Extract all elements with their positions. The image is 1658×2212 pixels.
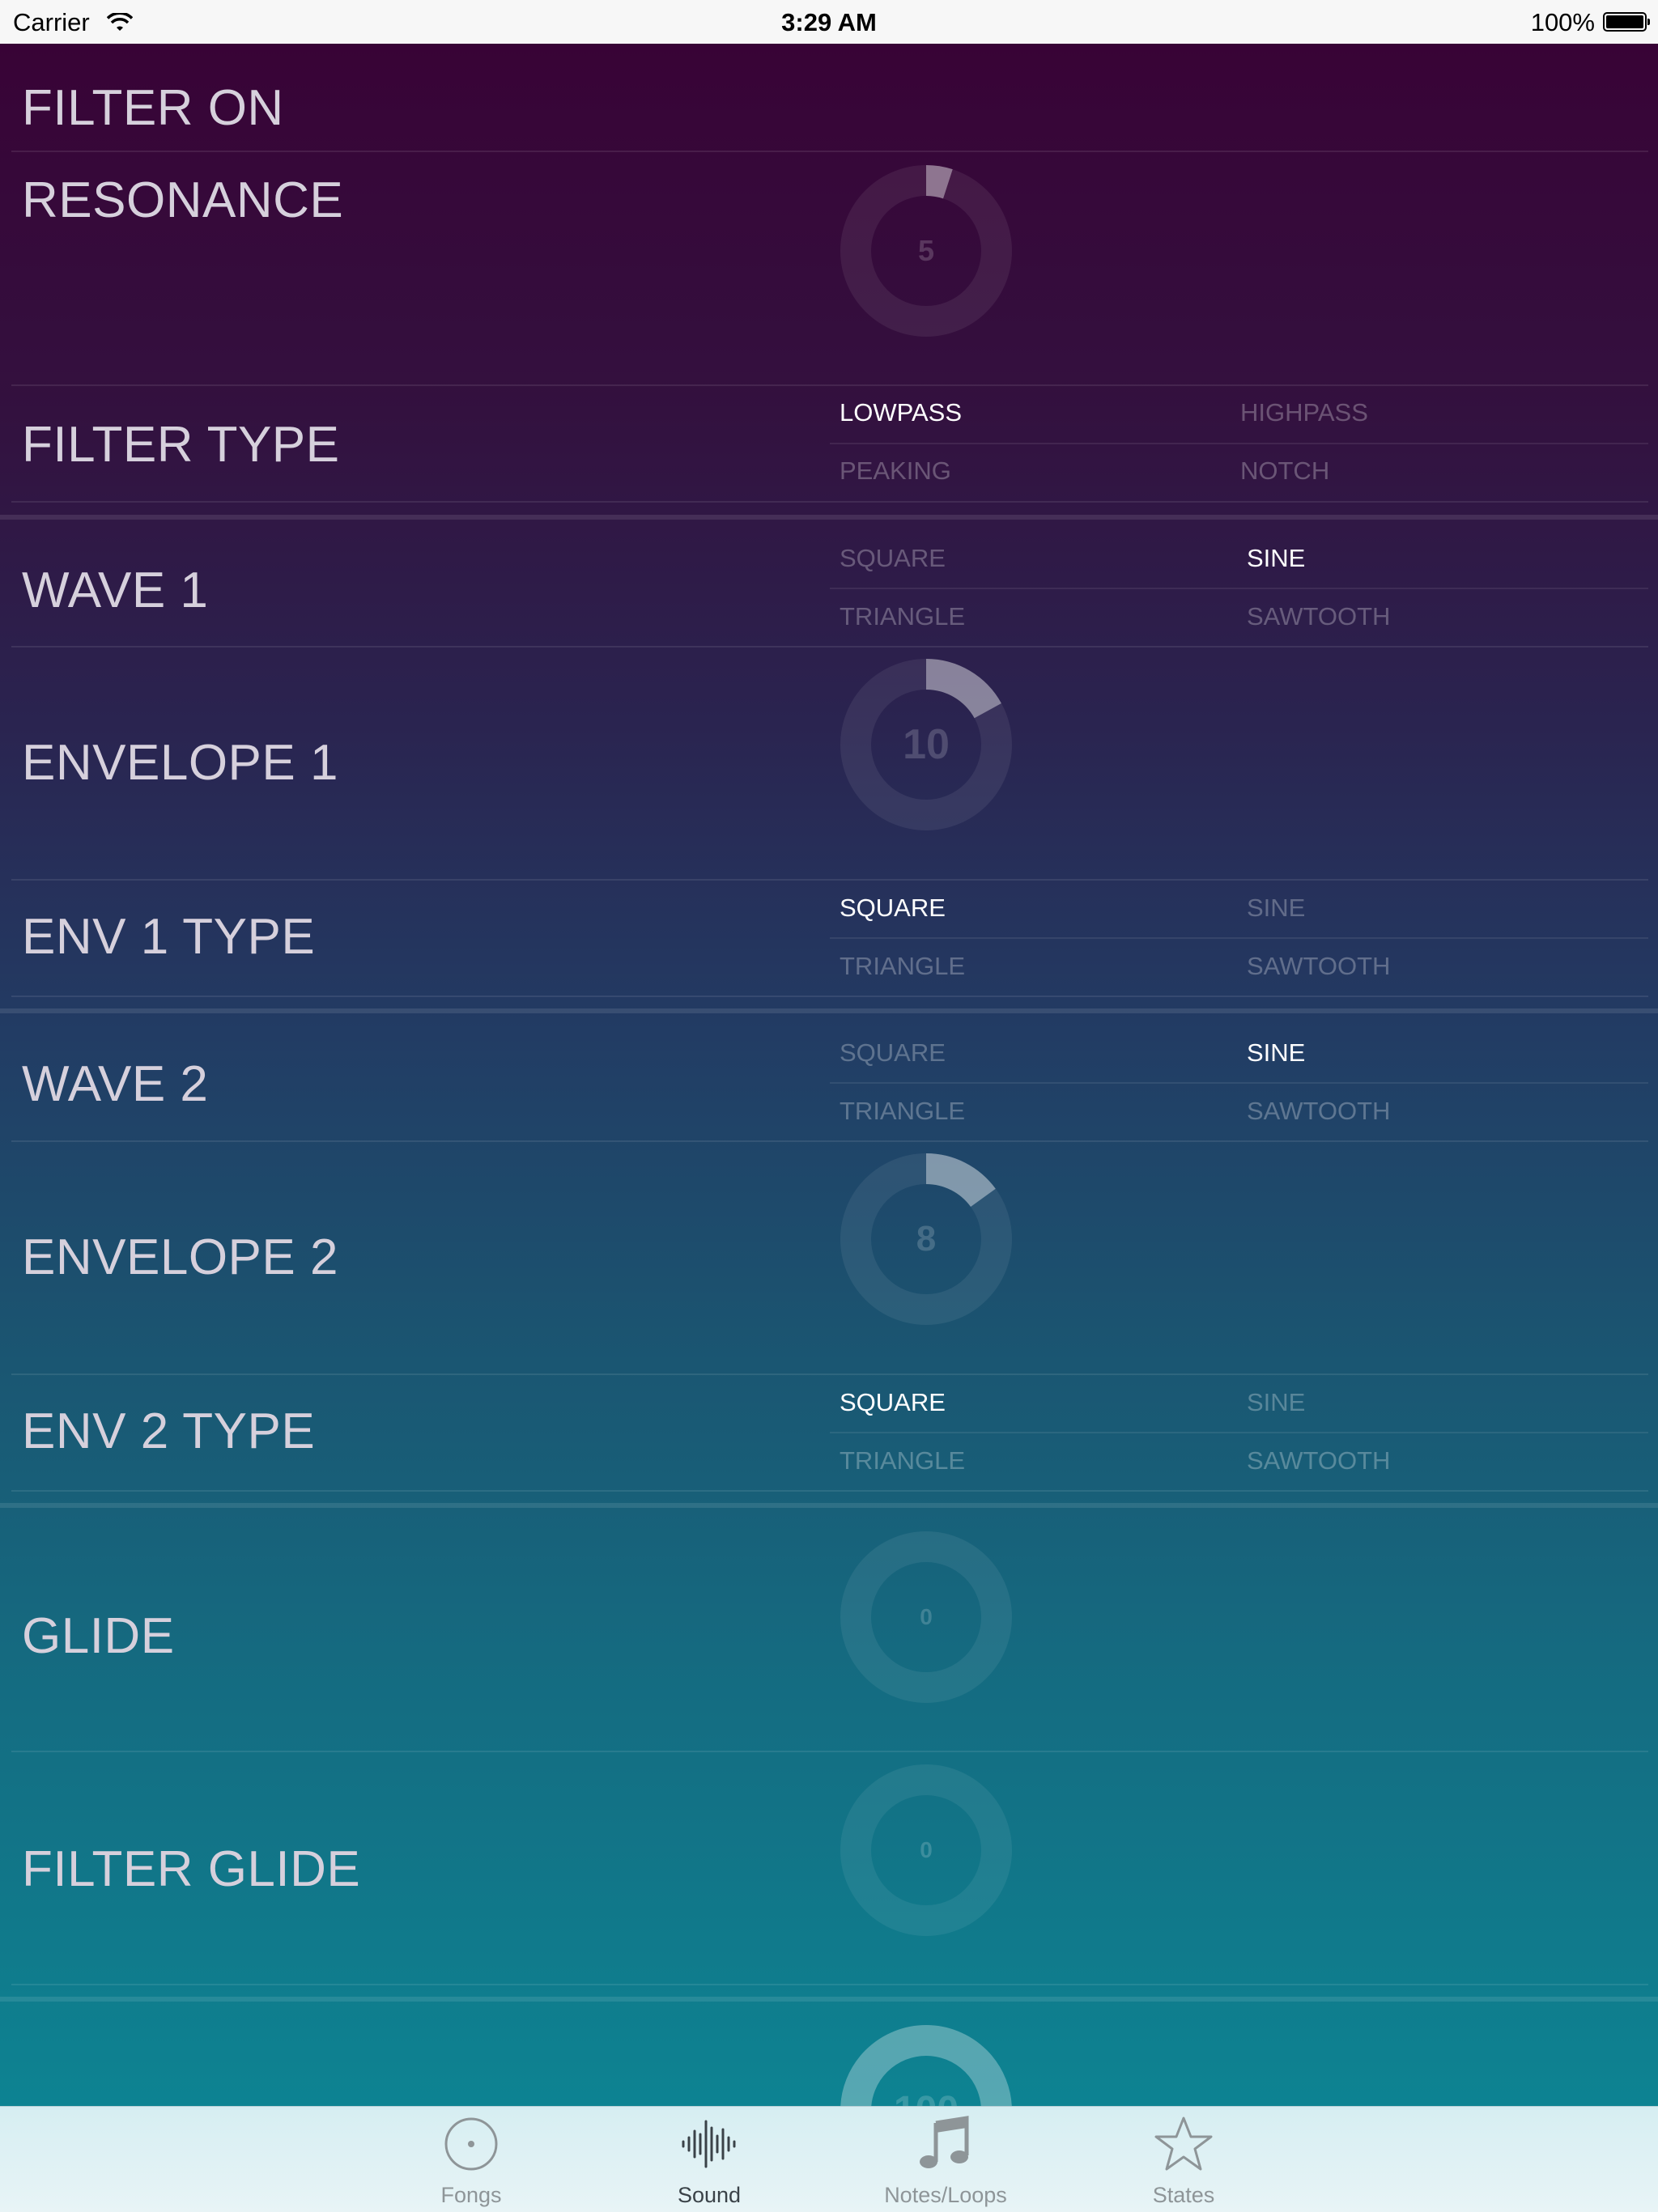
filter-on-label: FILTER ON [22, 80, 284, 136]
env-2-type-option-square[interactable]: SQUARE [840, 1388, 946, 1417]
music-note-icon [916, 2115, 975, 2173]
fongs-icon [442, 2115, 500, 2173]
divider [11, 1751, 1648, 1752]
divider [11, 1373, 1648, 1375]
filter-type-label: FILTER TYPE [22, 417, 340, 473]
divider [11, 646, 1648, 647]
tab-bar: Fongs Sound Notes/Loops States [0, 2106, 1658, 2212]
env-2-type-label: ENV 2 TYPE [22, 1403, 316, 1459]
wave-2-option-square[interactable]: SQUARE [840, 1038, 946, 1068]
partial-knob-value: 100 [840, 2025, 1012, 2106]
resonance-label: RESONANCE [22, 172, 344, 228]
divider [830, 588, 1648, 589]
divider [830, 1082, 1648, 1084]
wave-2-label: WAVE 2 [22, 1056, 209, 1112]
divider [11, 1984, 1648, 1985]
partial-knob[interactable]: 100 [840, 2025, 1012, 2106]
env-1-type-label: ENV 1 TYPE [22, 909, 316, 965]
wave-1-option-square[interactable]: SQUARE [840, 544, 946, 573]
divider [11, 1140, 1648, 1142]
sound-settings-panel[interactable]: FILTER ON RESONANCE 5 FILTER TYPE LOWPAS… [0, 44, 1658, 2106]
wave-1-label: WAVE 1 [22, 563, 209, 618]
battery-icon [1603, 12, 1650, 32]
env-2-type-option-triangle[interactable]: TRIANGLE [840, 1446, 965, 1475]
wave-2-option-triangle[interactable]: TRIANGLE [840, 1097, 965, 1126]
tab-label: Notes/Loops [884, 2183, 1007, 2207]
filter-glide-knob[interactable]: 0 [840, 1764, 1012, 1936]
env-2-type-option-sawtooth[interactable]: SAWTOOTH [1247, 1446, 1390, 1475]
divider [11, 151, 1648, 152]
envelope-2-label: ENVELOPE 2 [22, 1229, 338, 1285]
env-1-type-option-sawtooth[interactable]: SAWTOOTH [1247, 952, 1390, 981]
envelope-2-knob[interactable]: 8 [840, 1153, 1012, 1325]
filter-type-option-lowpass[interactable]: LOWPASS [840, 398, 962, 427]
divider [830, 443, 1648, 444]
glide-label: GLIDE [22, 1608, 175, 1664]
tab-label: States [1152, 2183, 1215, 2207]
tab-label: Sound [677, 2183, 742, 2207]
filter-on-row[interactable]: FILTER ON [0, 44, 1658, 152]
filter-glide-label: FILTER GLIDE [22, 1841, 361, 1897]
wave-2-option-sawtooth[interactable]: SAWTOOTH [1247, 1097, 1390, 1126]
section-separator [0, 1503, 1658, 1508]
tab-label: Fongs [440, 2183, 502, 2207]
wave-2-option-sine[interactable]: SINE [1247, 1038, 1305, 1068]
glide-knob[interactable]: 0 [840, 1531, 1012, 1703]
filter-type-option-notch[interactable]: NOTCH [1240, 456, 1329, 486]
env-1-type-option-triangle[interactable]: TRIANGLE [840, 952, 965, 981]
wave-1-option-triangle[interactable]: TRIANGLE [840, 602, 965, 631]
filter-type-option-peaking[interactable]: PEAKING [840, 456, 951, 486]
envelope-1-knob[interactable]: 10 [840, 659, 1012, 830]
tab-notes-loops[interactable]: Notes/Loops [865, 2107, 1027, 2212]
clock: 3:29 AM [781, 8, 877, 36]
status-bar: Carrier 3:29 AM 100% [0, 0, 1658, 44]
resonance-knob[interactable]: 5 [840, 165, 1012, 337]
filter-type-option-highpass[interactable]: HIGHPASS [1240, 398, 1368, 427]
tab-sound[interactable]: Sound [628, 2107, 790, 2212]
divider [11, 996, 1648, 997]
glide-value: 0 [920, 1604, 933, 1629]
section-separator [0, 1008, 1658, 1013]
env-1-type-option-sine[interactable]: SINE [1247, 894, 1305, 923]
filter-glide-value: 0 [920, 1837, 933, 1862]
star-icon [1154, 2115, 1213, 2173]
battery-percentage: 100% [1530, 8, 1595, 36]
resonance-value: 5 [917, 234, 935, 267]
waveform-icon [680, 2115, 738, 2173]
wave-1-option-sine[interactable]: SINE [1247, 544, 1305, 573]
divider [830, 937, 1648, 939]
env-1-type-option-square[interactable]: SQUARE [840, 894, 946, 923]
env-2-type-option-sine[interactable]: SINE [1247, 1388, 1305, 1417]
divider [830, 1432, 1648, 1433]
divider [11, 879, 1648, 881]
envelope-1-label: ENVELOPE 1 [22, 735, 338, 791]
tab-states[interactable]: States [1103, 2107, 1265, 2212]
section-separator [0, 515, 1658, 520]
tab-fongs[interactable]: Fongs [390, 2107, 552, 2212]
wave-1-option-sawtooth[interactable]: SAWTOOTH [1247, 602, 1390, 631]
envelope-2-value: 8 [916, 1219, 937, 1259]
section-separator [0, 1997, 1658, 2002]
divider [11, 384, 1648, 386]
envelope-1-value: 10 [903, 721, 950, 768]
divider [11, 501, 1648, 503]
divider [11, 1490, 1648, 1492]
